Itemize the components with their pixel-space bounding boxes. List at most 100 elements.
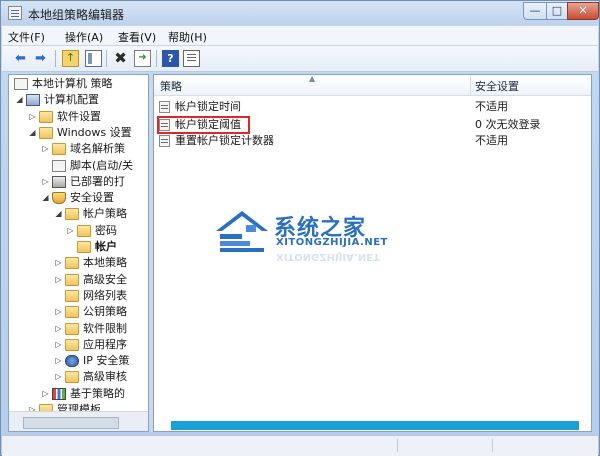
- tree-item-label: 基于策略的: [70, 386, 125, 400]
- tree-item-label: 本地策略: [83, 256, 127, 270]
- folder-icon: [39, 126, 53, 139]
- show-hide-tree-icon[interactable]: [85, 50, 102, 67]
- expand-arrow-icon: [9, 76, 12, 92]
- tree-item-label: 高级安全: [83, 272, 127, 286]
- expand-arrow-icon[interactable]: ▷: [54, 304, 63, 320]
- tree-item[interactable]: ▷ 本地策略: [9, 255, 148, 271]
- column-header-policy[interactable]: 策略: [160, 78, 182, 94]
- menu-action[interactable]: 操作(A): [65, 29, 103, 45]
- tree-item[interactable]: ▷ 软件限制: [9, 321, 148, 337]
- tree-item-label: 帐户策略: [83, 207, 127, 221]
- expand-arrow-icon[interactable]: ▷: [54, 337, 63, 353]
- expand-arrow-icon[interactable]: ▷: [54, 321, 63, 337]
- tree-item[interactable]: ▷ 基于策略的: [9, 386, 148, 402]
- expand-arrow-icon[interactable]: ▷: [54, 255, 63, 271]
- tree-item-label: IP 安全策: [83, 354, 130, 368]
- tree-item[interactable]: ▷ 软件设置: [9, 109, 148, 125]
- title-bar[interactable]: 本地组策略编辑器 — □ ✕: [1, 1, 599, 25]
- folder-icon: [65, 306, 79, 319]
- folder-icon: [65, 338, 79, 351]
- tree-item[interactable]: 帐户: [9, 239, 148, 255]
- folder-icon: [65, 371, 79, 384]
- expand-arrow-icon[interactable]: ▷: [41, 174, 50, 190]
- expand-arrow-icon[interactable]: ▷: [54, 272, 63, 288]
- column-divider[interactable]: [470, 75, 471, 95]
- tree-item[interactable]: ▷ 应用程序: [9, 337, 148, 353]
- policy-value: 不适用: [475, 134, 508, 147]
- export-list-icon[interactable]: ➜: [134, 50, 151, 67]
- tree-item[interactable]: ▷ 高级安全: [9, 272, 148, 288]
- expand-arrow-icon[interactable]: ▷: [28, 109, 37, 125]
- house-logo-icon: [216, 211, 268, 252]
- app-icon: [8, 6, 22, 20]
- app-window: 本地组策略编辑器 — □ ✕ 文件(F) 操作(A) 查看(V) 帮助(H) ⬅…: [0, 0, 600, 456]
- delete-icon[interactable]: ✖: [112, 50, 129, 67]
- expand-arrow-icon[interactable]: ▷: [41, 141, 50, 157]
- sort-ascending-icon: ▲: [309, 74, 316, 83]
- expand-arrow-icon[interactable]: ▷: [54, 369, 63, 385]
- folder-icon: [52, 143, 66, 156]
- policy-row[interactable]: 帐户锁定时间 不适用: [154, 99, 591, 115]
- tree-pane[interactable]: 本地计算机 策略 ◢ 计算机配置 ▷ 软件设置 ◢ Windows 设置 ▷ 域名解析策 脚本(启…: [8, 74, 149, 432]
- expand-arrow-icon[interactable]: ▷: [41, 386, 50, 402]
- tree-item[interactable]: 脚本(启动/关: [9, 158, 148, 174]
- toolbar: ⬅ ➡ ↑ ✖ ➜ ?: [2, 46, 598, 72]
- doc-icon: [14, 78, 28, 90]
- tree-item[interactable]: ▷ IP 安全策: [9, 353, 148, 369]
- printer-icon: [52, 175, 66, 188]
- tree-item[interactable]: ▷ 密码: [9, 223, 148, 239]
- expand-arrow-icon[interactable]: ▷: [66, 223, 75, 239]
- tree-item[interactable]: ◢ 计算机配置: [9, 92, 148, 108]
- close-button[interactable]: ✕: [567, 2, 599, 20]
- highlight-annotation: [157, 116, 250, 134]
- watermark-logo: 系统之家 XITONGZHIJIA.NET XITONGZHIJIA.NET: [212, 207, 434, 265]
- policy-name: 帐户锁定时间: [175, 100, 241, 113]
- tree-item[interactable]: ▷ 公钥策略: [9, 304, 148, 320]
- tree-item-label: Windows 设置: [57, 125, 132, 139]
- collapse-arrow-icon[interactable]: ◢: [54, 206, 63, 222]
- policy-row[interactable]: 重置帐户锁定计数器 不适用: [154, 133, 591, 149]
- policy-name: 重置帐户锁定计数器: [175, 134, 274, 147]
- menu-view[interactable]: 查看(V): [118, 29, 156, 45]
- expand-arrow-icon: [41, 158, 50, 174]
- scrollbar-thumb[interactable]: [23, 417, 119, 429]
- maximize-button[interactable]: □: [546, 2, 568, 20]
- menu-help[interactable]: 帮助(H): [168, 29, 207, 45]
- policy-icon: [159, 135, 170, 147]
- tree-item-label: 帐户: [95, 240, 117, 253]
- folder-icon: [65, 322, 79, 335]
- tree-item[interactable]: 网络列表: [9, 288, 148, 304]
- tree-item[interactable]: ◢ 帐户策略: [9, 206, 148, 222]
- properties-icon[interactable]: [183, 50, 200, 67]
- tree-item[interactable]: 本地计算机 策略: [9, 76, 148, 92]
- menu-bar: 文件(F) 操作(A) 查看(V) 帮助(H): [2, 26, 598, 45]
- tree-item[interactable]: ◢ Windows 设置: [9, 125, 148, 141]
- forward-arrow-icon[interactable]: ➡: [32, 50, 49, 67]
- collapse-arrow-icon[interactable]: ◢: [41, 190, 50, 206]
- tree-item[interactable]: ▷ 域名解析策: [9, 141, 148, 157]
- tree-item[interactable]: ◢ 安全设置: [9, 190, 148, 206]
- folder-icon: [65, 208, 79, 221]
- help-icon[interactable]: ?: [162, 50, 179, 67]
- expand-arrow-icon[interactable]: ▷: [54, 353, 63, 369]
- doc-icon: [52, 159, 66, 172]
- collapse-arrow-icon[interactable]: ◢: [15, 92, 24, 108]
- horizontal-scrollbar[interactable]: [171, 421, 579, 430]
- list-header: 策略 ▲ 安全设置: [154, 75, 591, 96]
- horizontal-scrollbar[interactable]: [9, 411, 148, 431]
- up-folder-icon[interactable]: ↑: [62, 50, 79, 67]
- column-header-setting[interactable]: 安全设置: [475, 78, 519, 94]
- collapse-arrow-icon[interactable]: ◢: [28, 125, 37, 141]
- folder-icon: [65, 273, 79, 286]
- tree-item-label: 软件限制: [83, 321, 127, 335]
- folder-icon: [77, 224, 91, 237]
- menu-file[interactable]: 文件(F): [8, 29, 45, 45]
- ipsec-icon: [65, 355, 79, 368]
- tree-item[interactable]: ▷ 已部署的打: [9, 174, 148, 190]
- back-arrow-icon[interactable]: ⬅: [12, 50, 29, 67]
- tree-item-label: 软件设置: [57, 109, 101, 123]
- tree-item[interactable]: ▷ 高级审核: [9, 369, 148, 385]
- tree-item-label: 公钥策略: [83, 305, 127, 319]
- folder-icon: [39, 110, 53, 123]
- minimize-button[interactable]: —: [523, 2, 547, 20]
